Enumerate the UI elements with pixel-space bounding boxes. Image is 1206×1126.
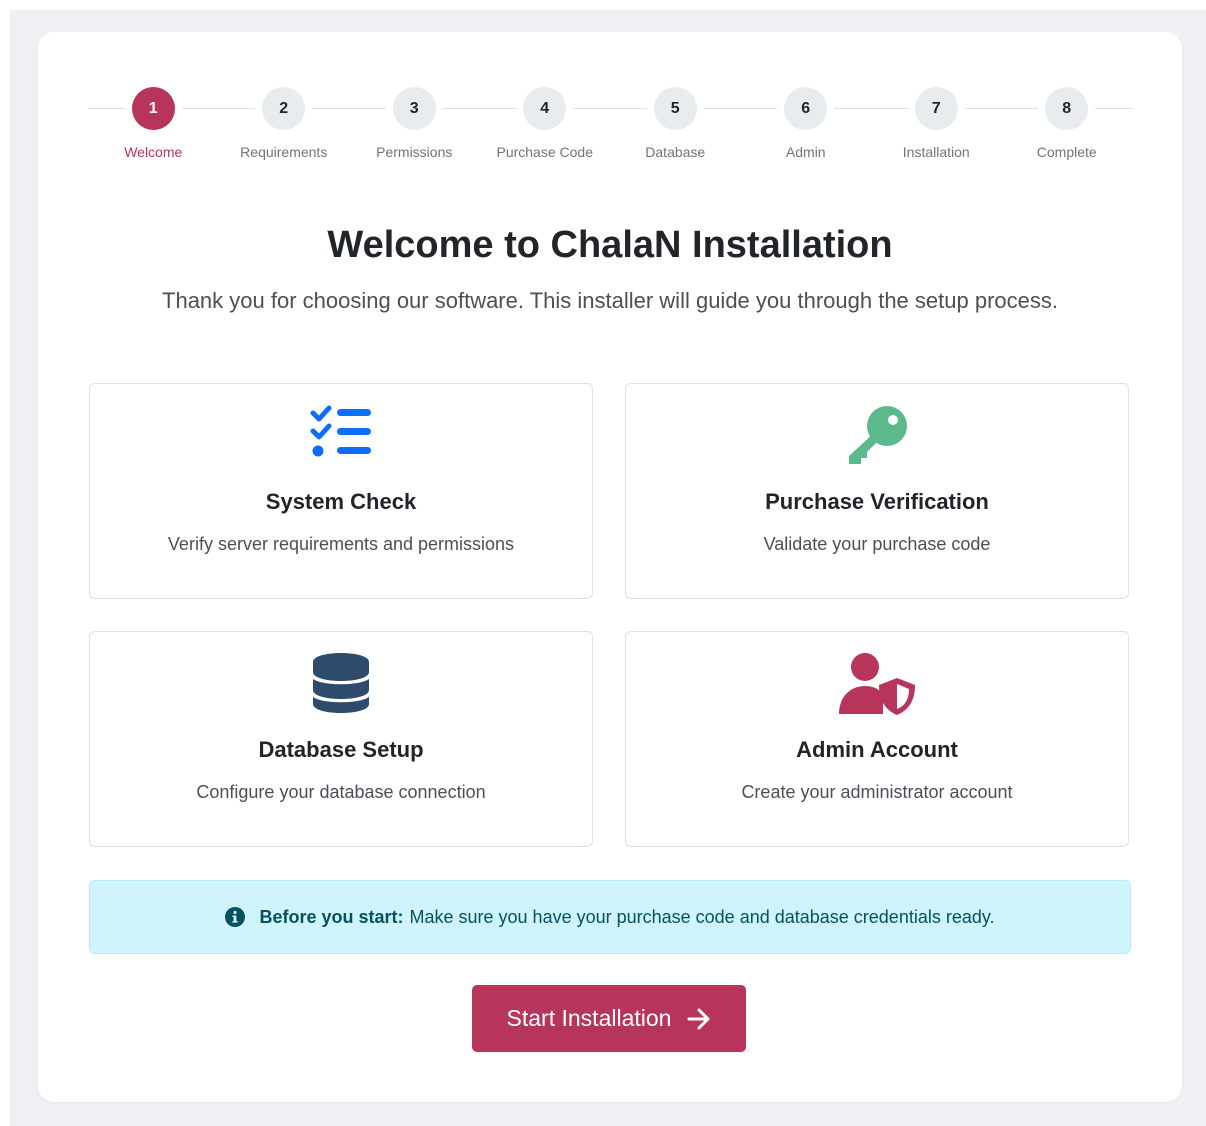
- step-installation: 7 Installation: [871, 87, 1002, 160]
- feature-title: Database Setup: [258, 737, 424, 762]
- feature-description: Validate your purchase code: [763, 534, 991, 554]
- checklist-icon: [90, 404, 592, 466]
- feature-description: Verify server requirements and permissio…: [167, 534, 515, 554]
- installation-stepper: 1 Welcome 2 Requirements 3 Permissions 4…: [88, 87, 1132, 177]
- step-number: 2: [262, 87, 306, 130]
- page-subtitle: Thank you for choosing our software. Thi…: [162, 288, 1058, 313]
- step-label: Complete: [1036, 144, 1097, 160]
- step-number: 6: [784, 87, 828, 130]
- step-number: 7: [914, 87, 958, 130]
- info-alert: Before you start: Make sure you have you…: [89, 880, 1131, 954]
- database-icon: [90, 652, 592, 714]
- feature-card-purchase-verification: Purchase Verification Validate your purc…: [625, 383, 1129, 599]
- arrow-right-icon: [687, 1008, 711, 1030]
- feature-title: Admin Account: [796, 737, 958, 762]
- step-label: Requirements: [240, 144, 328, 160]
- start-installation-button[interactable]: Start Installation: [472, 985, 746, 1052]
- user-shield-icon: [626, 652, 1128, 715]
- step-purchase-code: 4 Purchase Code: [480, 87, 611, 160]
- feature-title: System Check: [265, 489, 417, 514]
- feature-card-database-setup: Database Setup Configure your database c…: [89, 631, 593, 847]
- info-circle-icon: [225, 907, 246, 927]
- alert-bold-text: Before you start:: [259, 906, 404, 927]
- step-label: Purchase Code: [496, 144, 593, 160]
- step-requirements: 2 Requirements: [219, 87, 350, 160]
- step-label: Installation: [902, 144, 970, 160]
- page-title: Welcome to ChalaN Installation: [327, 224, 893, 266]
- page-background: 1 Welcome 2 Requirements 3 Permissions 4…: [10, 10, 1206, 1126]
- alert-text: Make sure you have your purchase code an…: [409, 906, 995, 927]
- feature-title: Purchase Verification: [765, 489, 989, 514]
- feature-card-system-check: System Check Verify server requirements …: [89, 383, 593, 599]
- step-complete: 8 Complete: [1002, 87, 1133, 160]
- feature-description: Configure your database connection: [196, 782, 486, 802]
- feature-description: Create your administrator account: [741, 782, 1013, 802]
- step-welcome: 1 Welcome: [88, 87, 219, 160]
- step-number: 1: [131, 87, 175, 130]
- installer-card: 1 Welcome 2 Requirements 3 Permissions 4…: [38, 32, 1182, 1102]
- key-icon: [626, 404, 1128, 466]
- step-label: Permissions: [376, 144, 453, 160]
- step-database: 5 Database: [610, 87, 741, 160]
- step-label: Admin: [785, 144, 826, 160]
- start-installation-label: Start Installation: [506, 1005, 672, 1031]
- step-label: Database: [645, 144, 706, 160]
- step-number: 8: [1045, 87, 1089, 130]
- step-permissions: 3 Permissions: [349, 87, 480, 160]
- feature-card-admin-account: Admin Account Create your administrator …: [625, 631, 1129, 847]
- step-number: 5: [653, 87, 697, 130]
- step-admin: 6 Admin: [741, 87, 872, 160]
- step-number: 4: [523, 87, 567, 130]
- step-number: 3: [392, 87, 436, 130]
- step-label: Welcome: [124, 144, 183, 160]
